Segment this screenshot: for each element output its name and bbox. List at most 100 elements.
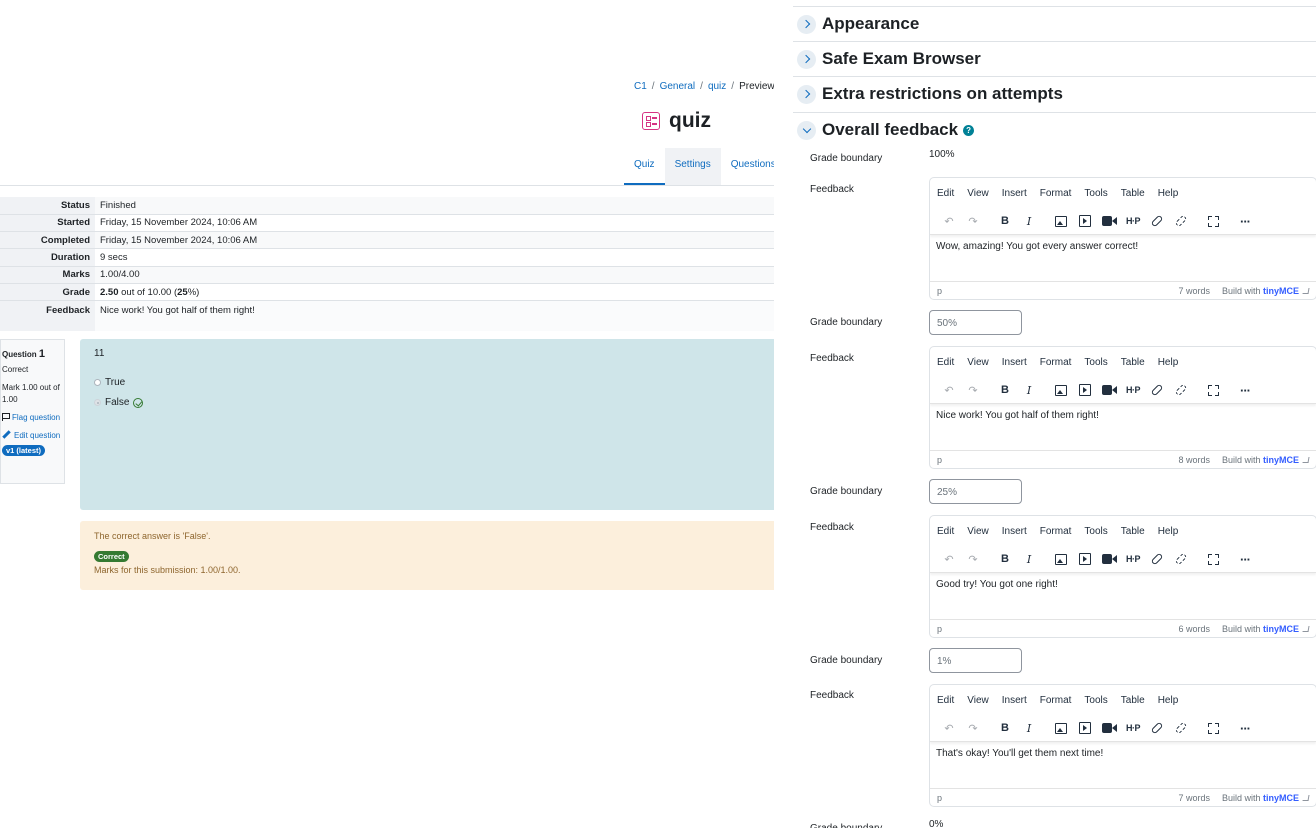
- word-count[interactable]: 7 words: [1178, 286, 1210, 296]
- menu-tools[interactable]: Tools: [1084, 526, 1107, 537]
- more-icon[interactable]: ···: [1238, 552, 1252, 567]
- bold-icon[interactable]: B: [998, 383, 1012, 397]
- h5p-icon[interactable]: H·P: [1126, 721, 1141, 735]
- resize-handle-icon[interactable]: [1302, 287, 1310, 294]
- menu-insert[interactable]: Insert: [1002, 357, 1027, 368]
- fullscreen-icon[interactable]: [1206, 383, 1220, 397]
- breadcrumb-quiz[interactable]: quiz: [708, 81, 726, 92]
- menu-help[interactable]: Help: [1158, 188, 1179, 199]
- grade-boundary-input[interactable]: 25%: [929, 479, 1022, 504]
- chevron-right-icon[interactable]: [797, 84, 816, 104]
- italic-icon[interactable]: I: [1022, 721, 1036, 735]
- grade-boundary-input[interactable]: 1%: [929, 648, 1022, 673]
- undo-icon[interactable]: ↶: [942, 552, 956, 566]
- tab-settings[interactable]: Settings: [664, 148, 721, 185]
- italic-icon[interactable]: I: [1022, 552, 1036, 566]
- menu-format[interactable]: Format: [1040, 357, 1072, 368]
- italic-icon[interactable]: I: [1022, 383, 1036, 397]
- section-extra-restrictions[interactable]: Extra restrictions on attempts: [793, 76, 1316, 111]
- media-icon[interactable]: [1078, 214, 1092, 228]
- menu-help[interactable]: Help: [1158, 357, 1179, 368]
- fullscreen-icon[interactable]: [1206, 552, 1220, 566]
- menu-table[interactable]: Table: [1121, 695, 1145, 706]
- element-path[interactable]: p: [937, 455, 1178, 465]
- image-icon[interactable]: [1054, 214, 1068, 228]
- media-icon[interactable]: [1078, 383, 1092, 397]
- menu-format[interactable]: Format: [1040, 188, 1072, 199]
- word-count[interactable]: 7 words: [1178, 793, 1210, 803]
- italic-icon[interactable]: I: [1022, 214, 1036, 228]
- menu-format[interactable]: Format: [1040, 695, 1072, 706]
- fullscreen-icon[interactable]: [1206, 721, 1220, 735]
- tinymce-brand[interactable]: Build with tinyMCE: [1222, 286, 1299, 296]
- redo-icon[interactable]: ↷: [966, 383, 980, 397]
- menu-help[interactable]: Help: [1158, 526, 1179, 537]
- menu-tools[interactable]: Tools: [1084, 188, 1107, 199]
- breadcrumb-general[interactable]: General: [660, 81, 696, 92]
- resize-handle-icon[interactable]: [1302, 456, 1310, 463]
- fullscreen-icon[interactable]: [1206, 214, 1220, 228]
- unlink-icon[interactable]: [1174, 383, 1188, 397]
- menu-view[interactable]: View: [967, 188, 989, 199]
- video-icon[interactable]: [1102, 552, 1117, 566]
- h5p-icon[interactable]: H·P: [1126, 214, 1141, 228]
- menu-insert[interactable]: Insert: [1002, 188, 1027, 199]
- bold-icon[interactable]: B: [998, 552, 1012, 566]
- tinymce-brand[interactable]: Build with tinyMCE: [1222, 455, 1299, 465]
- h5p-icon[interactable]: H·P: [1126, 383, 1141, 397]
- edit-question-link[interactable]: Edit question: [2, 430, 64, 442]
- radio-false[interactable]: [94, 399, 101, 406]
- undo-icon[interactable]: ↶: [942, 214, 956, 228]
- video-icon[interactable]: [1102, 383, 1117, 397]
- element-path[interactable]: p: [937, 286, 1178, 296]
- tab-quiz[interactable]: Quiz: [624, 148, 665, 185]
- flag-question-link[interactable]: Flag question: [2, 412, 64, 424]
- undo-icon[interactable]: ↶: [942, 383, 956, 397]
- menu-insert[interactable]: Insert: [1002, 695, 1027, 706]
- answer-option-false[interactable]: False: [94, 397, 766, 408]
- undo-icon[interactable]: ↶: [942, 721, 956, 735]
- tinymce-brand[interactable]: Build with tinyMCE: [1222, 793, 1299, 803]
- bold-icon[interactable]: B: [998, 721, 1012, 735]
- help-icon[interactable]: ?: [963, 124, 975, 136]
- radio-true[interactable]: [94, 379, 101, 386]
- chevron-down-icon[interactable]: [797, 120, 816, 140]
- redo-icon[interactable]: ↷: [966, 214, 980, 228]
- chevron-right-icon[interactable]: [797, 49, 816, 69]
- grade-boundary-input[interactable]: 50%: [929, 310, 1022, 335]
- image-icon[interactable]: [1054, 721, 1068, 735]
- more-icon[interactable]: ···: [1238, 721, 1252, 736]
- menu-edit[interactable]: Edit: [937, 695, 954, 706]
- menu-edit[interactable]: Edit: [937, 357, 954, 368]
- breadcrumb-c1[interactable]: C1: [634, 81, 647, 92]
- tinymce-brand[interactable]: Build with tinyMCE: [1222, 624, 1299, 634]
- image-icon[interactable]: [1054, 383, 1068, 397]
- answer-option-true[interactable]: True: [94, 377, 766, 388]
- word-count[interactable]: 8 words: [1178, 455, 1210, 465]
- h5p-icon[interactable]: H·P: [1126, 552, 1141, 566]
- menu-table[interactable]: Table: [1121, 526, 1145, 537]
- element-path[interactable]: p: [937, 624, 1178, 634]
- media-icon[interactable]: [1078, 721, 1092, 735]
- menu-tools[interactable]: Tools: [1084, 357, 1107, 368]
- link-icon[interactable]: [1150, 552, 1164, 566]
- more-icon[interactable]: ···: [1238, 383, 1252, 398]
- menu-table[interactable]: Table: [1121, 188, 1145, 199]
- section-overall-feedback[interactable]: Overall feedback ?: [793, 112, 1316, 147]
- menu-view[interactable]: View: [967, 695, 989, 706]
- editor-content[interactable]: Good try! You got one right!: [930, 573, 1316, 619]
- chevron-right-icon[interactable]: [797, 14, 816, 34]
- link-icon[interactable]: [1150, 721, 1164, 735]
- more-icon[interactable]: ···: [1238, 214, 1252, 229]
- menu-edit[interactable]: Edit: [937, 188, 954, 199]
- menu-table[interactable]: Table: [1121, 357, 1145, 368]
- word-count[interactable]: 6 words: [1178, 624, 1210, 634]
- resize-handle-icon[interactable]: [1302, 794, 1310, 801]
- video-icon[interactable]: [1102, 214, 1117, 228]
- menu-help[interactable]: Help: [1158, 695, 1179, 706]
- link-icon[interactable]: [1150, 214, 1164, 228]
- section-appearance[interactable]: Appearance: [793, 6, 1316, 41]
- menu-format[interactable]: Format: [1040, 526, 1072, 537]
- menu-view[interactable]: View: [967, 526, 989, 537]
- redo-icon[interactable]: ↷: [966, 721, 980, 735]
